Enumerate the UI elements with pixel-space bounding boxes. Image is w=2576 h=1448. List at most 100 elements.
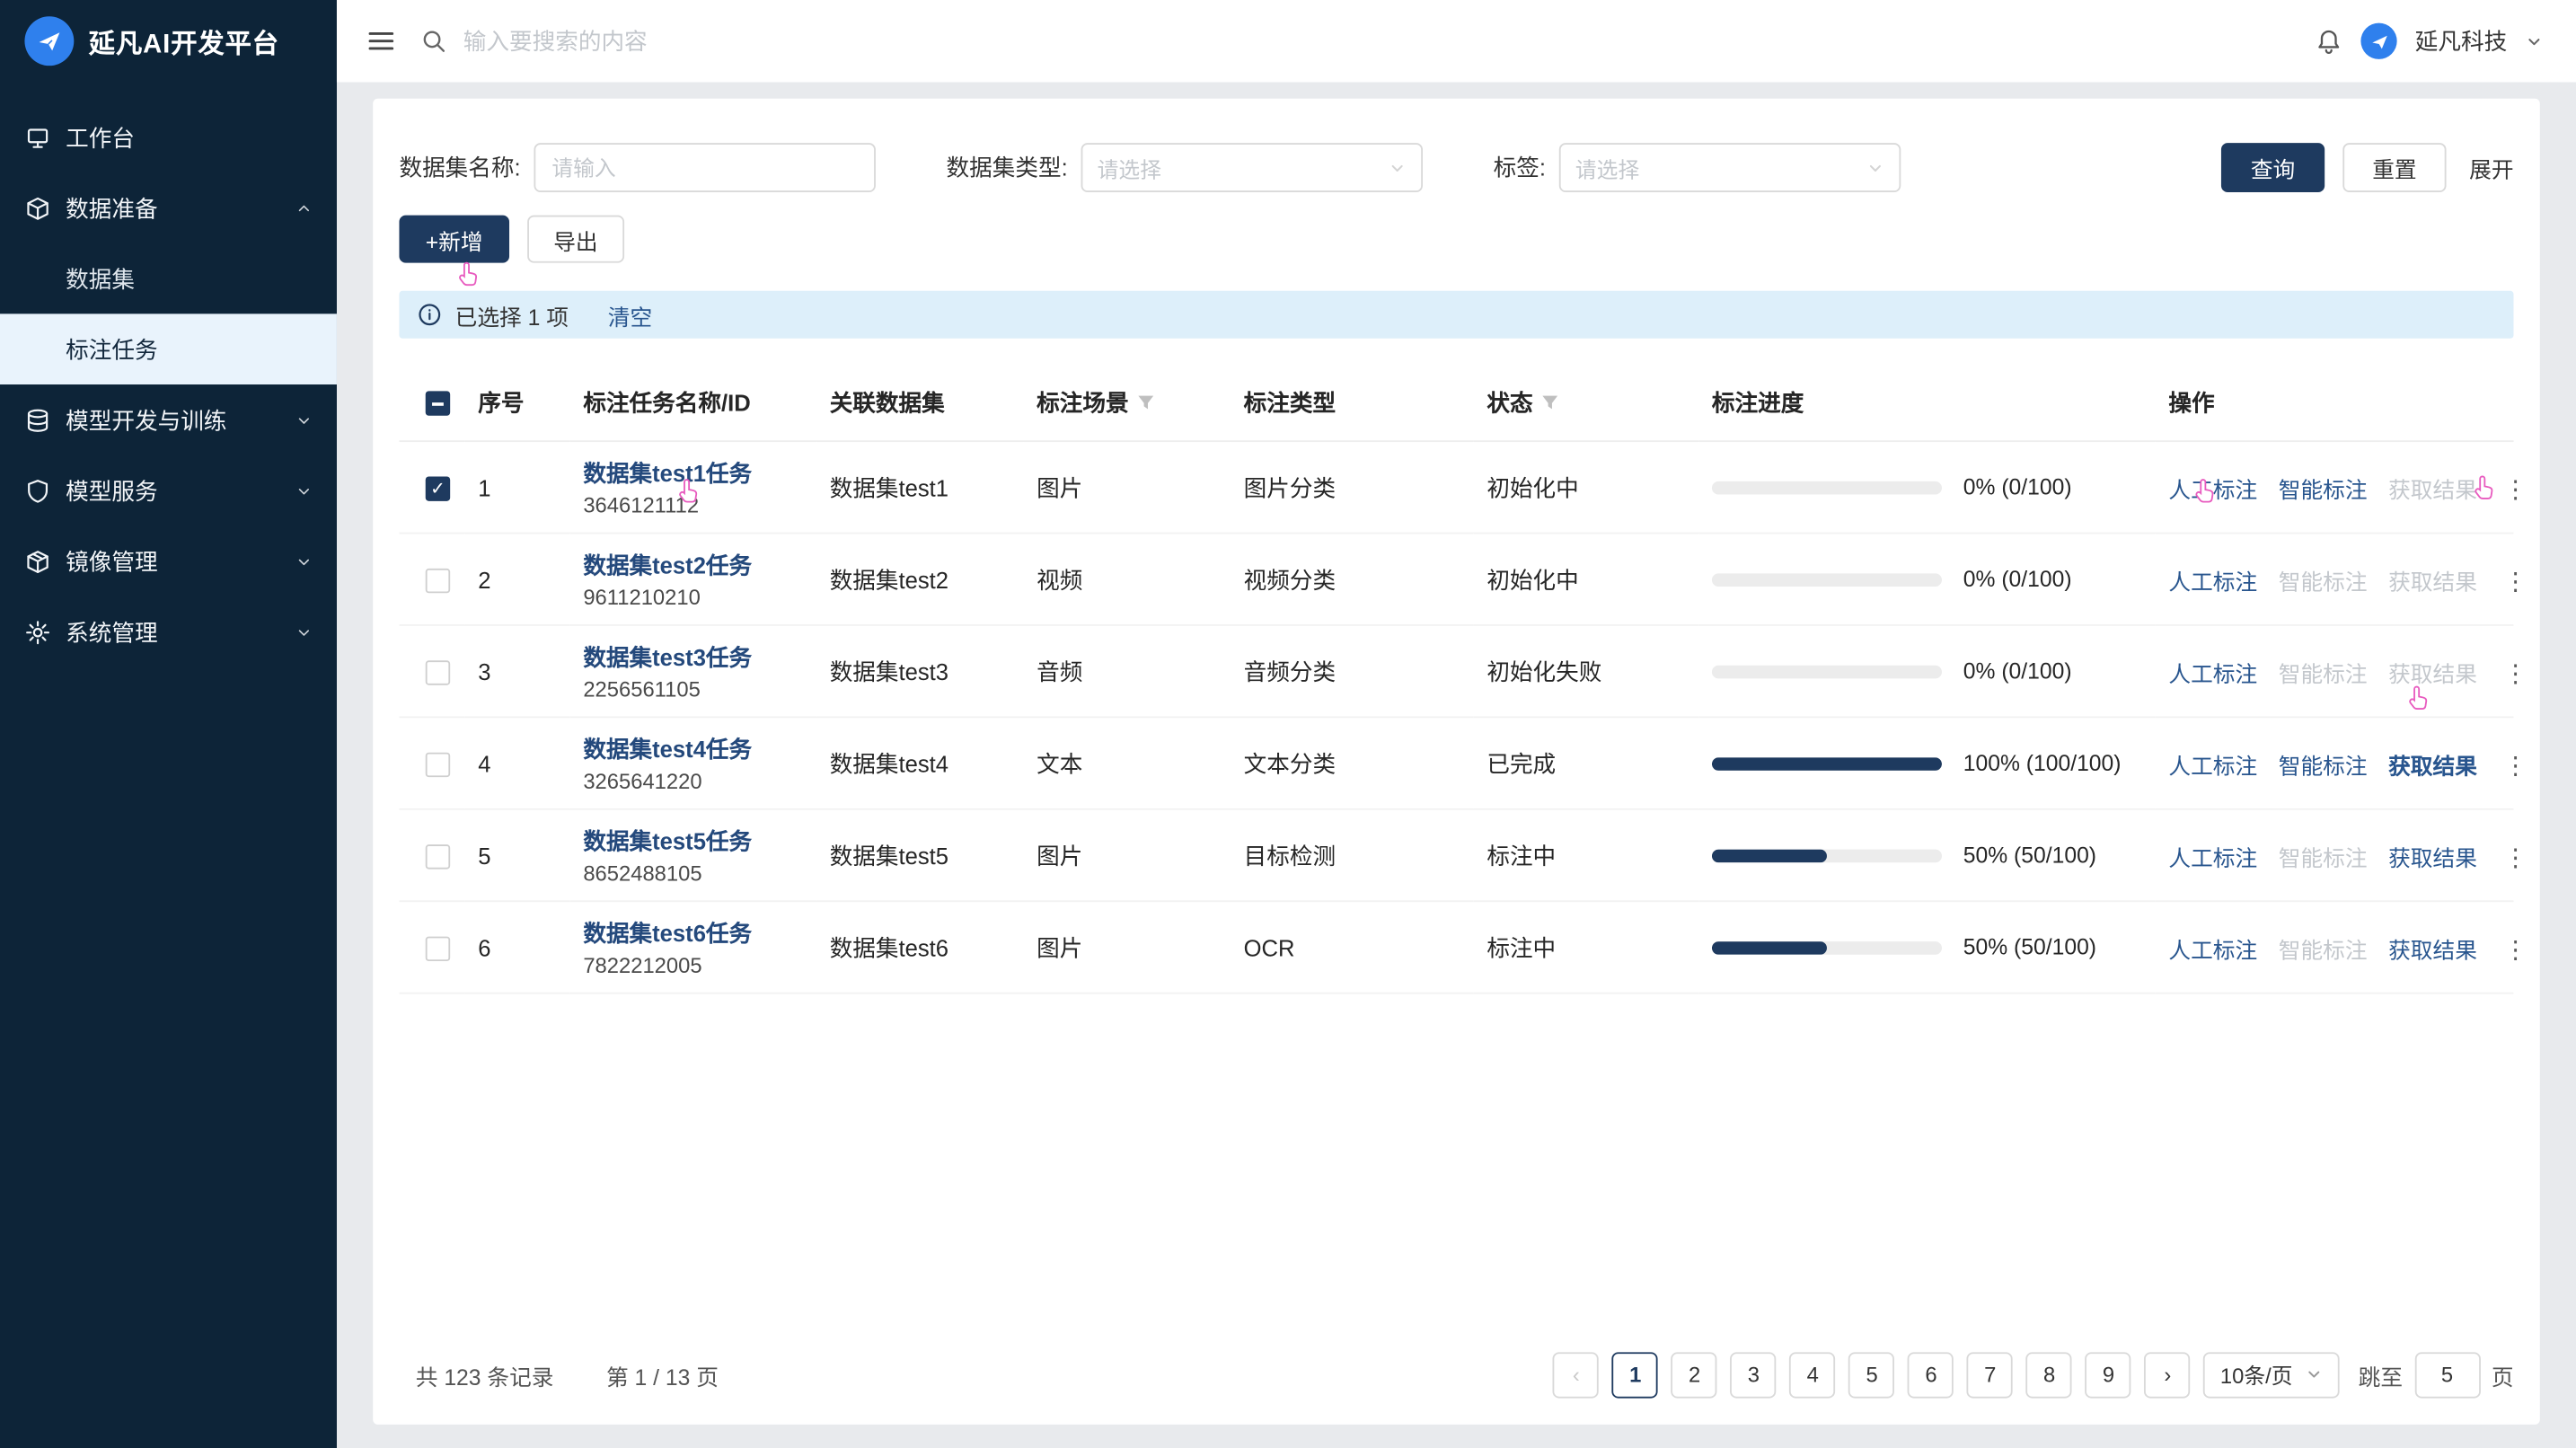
tag-select[interactable]: 请选择 [1559,143,1901,192]
page-size-select[interactable]: 10条/页 [2204,1351,2339,1397]
chevron-down-icon [294,410,313,429]
table-footer: 共 123 条记录 第 1 / 13 页 ‹ 123456789 › 10条/页… [399,1329,2513,1398]
page-button-2[interactable]: 2 [1672,1351,1717,1397]
get-result-link[interactable]: 获取结果 [2388,845,2477,870]
manual-annotate-link[interactable]: 人工标注 [2168,661,2257,685]
expand-link[interactable]: 展开 [2469,151,2513,184]
company-name[interactable]: 延凡科技 [2415,24,2507,57]
manual-annotate-link[interactable]: 人工标注 [2168,754,2257,778]
content-card: 数据集名称: 数据集类型: 请选择 标签: 请选择 [373,99,2540,1424]
task-name-link[interactable]: 数据集test5任务 [583,825,803,858]
jump-page-input[interactable] [2414,1351,2480,1397]
row-checkbox[interactable] [426,936,450,960]
sidebar-item-image-management[interactable]: 镜像管理 [0,525,337,596]
sidebar-item-data-preparation[interactable]: 数据准备 [0,172,337,243]
more-actions-icon[interactable]: ⋮ [2498,476,2532,504]
prev-page-button[interactable]: ‹ [1553,1351,1599,1397]
more-actions-icon[interactable]: ⋮ [2498,843,2532,871]
page-button-9[interactable]: 9 [2086,1351,2131,1397]
row-checkbox[interactable] [426,753,450,777]
page-button-3[interactable]: 3 [1731,1351,1777,1397]
select-all-checkbox[interactable] [426,392,450,416]
sidebar-item-annotation-task[interactable]: 标注任务 [0,313,337,384]
task-name-link[interactable]: 数据集test1任务 [583,456,803,490]
row-index: 6 [465,901,570,993]
gear-icon [24,619,50,645]
chevron-down-icon [1388,159,1406,177]
task-name-link[interactable]: 数据集test3任务 [583,640,803,674]
progress-bar [1712,849,1942,862]
dataset-name-input[interactable] [534,143,875,192]
row-checkbox[interactable] [426,844,450,869]
chevron-down-icon [1866,159,1884,177]
app-logo: 延凡AI开发平台 [0,0,337,82]
page-button-8[interactable]: 8 [2026,1351,2072,1397]
page-button-1[interactable]: 1 [1612,1351,1658,1397]
task-table: 序号 标注任务名称/ID 关联数据集 标注场景 标注类型 状态 标注进度 操作 … [399,365,2513,994]
search-icon[interactable] [420,28,446,54]
row-checkbox[interactable] [426,660,450,684]
chevron-down-icon[interactable] [2525,32,2543,50]
more-actions-icon[interactable]: ⋮ [2498,936,2532,964]
page-button-4[interactable]: 4 [1790,1351,1836,1397]
selection-count-text: 已选择 1 项 [455,298,569,331]
query-button[interactable]: 查询 [2221,143,2325,192]
progress-text: 50% (50/100) [1963,843,2096,867]
sidebar-item-dataset[interactable]: 数据集 [0,243,337,314]
filter-funnel-icon[interactable] [1541,393,1559,411]
logo-icon [24,16,74,66]
sidebar-item-system-management[interactable]: 系统管理 [0,596,337,667]
sidebar-item-label: 系统管理 [66,615,157,649]
add-button[interactable]: +新增 [399,216,508,263]
progress-bar-fill [1712,849,1827,862]
export-button[interactable]: 导出 [527,216,624,263]
shield-icon [24,477,50,503]
get-result-link[interactable]: 获取结果 [2388,938,2477,962]
task-name-link[interactable]: 数据集test2任务 [583,549,803,582]
smart-annotate-link[interactable]: 智能标注 [2279,754,2368,778]
manual-annotate-link[interactable]: 人工标注 [2168,569,2257,594]
sidebar-item-workbench[interactable]: 工作台 [0,102,337,172]
manual-annotate-link[interactable]: 人工标注 [2168,845,2257,870]
row-checkbox[interactable] [426,569,450,593]
notification-bell-icon[interactable] [2315,27,2342,55]
clear-selection-link[interactable]: 清空 [608,298,652,331]
page-button-5[interactable]: 5 [1849,1351,1895,1397]
sidebar-item-label: 模型服务 [66,474,157,508]
next-page-button[interactable]: › [2145,1351,2191,1397]
task-id: 2256561105 [583,677,803,702]
smart-annotate-link[interactable]: 智能标注 [2279,477,2368,501]
page-button-6[interactable]: 6 [1908,1351,1954,1397]
row-checkbox[interactable] [426,476,450,500]
task-name-link[interactable]: 数据集test6任务 [583,917,803,950]
col-scene-label: 标注场景 [1037,386,1128,419]
col-index: 序号 [465,365,570,441]
task-name-link[interactable]: 数据集test4任务 [583,733,803,766]
search-input[interactable] [463,28,989,54]
hamburger-menu-icon[interactable] [366,26,396,56]
annotation-scene: 文本 [1024,717,1231,808]
more-actions-icon[interactable]: ⋮ [2498,659,2532,687]
annotation-type: 视频分类 [1231,534,1474,625]
topbar: 延凡科技 [337,0,2576,82]
annotation-type: 文本分类 [1231,717,1474,808]
dataset-type-select[interactable]: 请选择 [1081,143,1422,192]
sidebar-item-model-dev-training[interactable]: 模型开发与训练 [0,384,337,455]
col-dataset: 关联数据集 [816,365,1023,441]
manual-annotate-link[interactable]: 人工标注 [2168,477,2257,501]
page-button-7[interactable]: 7 [1967,1351,2013,1397]
filter-funnel-icon[interactable] [1137,393,1155,411]
reset-button[interactable]: 重置 [2342,143,2446,192]
get-result-link: 获取结果 [2388,477,2477,501]
tag-label: 标签: [1494,151,1546,184]
manual-annotate-link[interactable]: 人工标注 [2168,938,2257,962]
table-row: 6 数据集test6任务 7822212005 数据集test6 图片 OCR … [399,901,2513,993]
more-actions-icon[interactable]: ⋮ [2498,568,2532,596]
get-result-link[interactable]: 获取结果 [2388,754,2477,778]
task-id: 3646121112 [583,493,803,517]
filter-tag: 标签: 请选择 [1494,143,2041,192]
user-avatar[interactable] [2360,23,2396,59]
more-actions-icon[interactable]: ⋮ [2498,752,2532,780]
col-task-name: 标注任务名称/ID [570,365,816,441]
sidebar-item-model-service[interactable]: 模型服务 [0,455,337,526]
